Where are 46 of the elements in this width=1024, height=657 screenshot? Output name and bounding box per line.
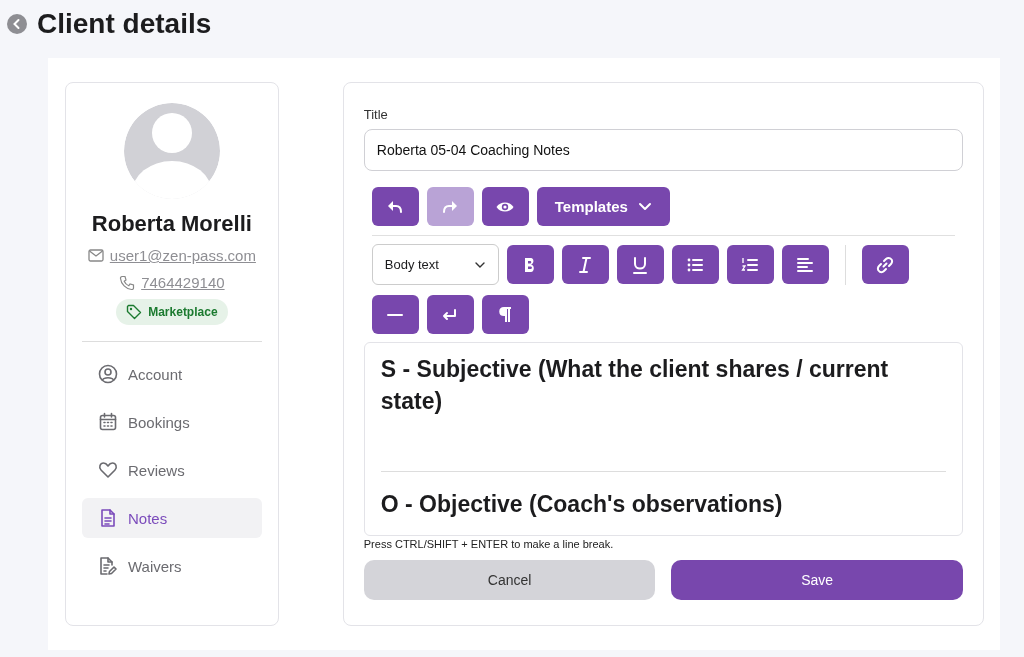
undo-button[interactable] [371, 187, 419, 226]
italic-button[interactable] [561, 245, 609, 284]
title-input[interactable]: Roberta 05-04 Coaching Notes [363, 129, 963, 171]
title-label: Title [363, 107, 389, 122]
mail-icon [87, 249, 104, 262]
horizontal-line-icon [387, 313, 404, 316]
text-style-select[interactable]: Body text [371, 244, 499, 285]
link-icon [875, 254, 896, 275]
paragraph-button[interactable] [481, 295, 529, 334]
chevron-down-icon [637, 201, 652, 212]
nav-item[interactable]: Notes [82, 498, 262, 538]
tag-icon [126, 304, 143, 320]
calendar-icon [98, 412, 118, 432]
tag-label: Marketplace [148, 305, 218, 319]
phone-link[interactable]: 7464429140 [141, 274, 225, 291]
preview-button[interactable] [481, 187, 529, 226]
link-button[interactable] [861, 245, 909, 284]
nav-item[interactable]: Waivers [82, 546, 262, 586]
templates-button[interactable]: Templates [536, 187, 670, 226]
phone-icon [119, 274, 136, 291]
heart-icon [98, 460, 118, 480]
underline-button[interactable] [616, 245, 664, 284]
line-break-button[interactable] [426, 295, 474, 334]
avatar-icon [123, 103, 220, 199]
nav-item[interactable]: Bookings [82, 402, 262, 442]
cancel-button[interactable]: Cancel [363, 560, 656, 600]
client-name: Roberta Morelli [91, 211, 252, 237]
document-icon [98, 508, 118, 528]
chevron-down-icon [473, 260, 486, 269]
email-link[interactable]: user1@zen-pass.com [109, 247, 256, 264]
bold-button[interactable] [506, 245, 554, 284]
user-circle-icon [98, 364, 118, 384]
nav-item[interactable]: Account [82, 354, 262, 394]
section-heading: O - Objective (Coach's observations) [380, 490, 784, 519]
nav-item[interactable]: Reviews [82, 450, 262, 490]
page-title: Client details [37, 8, 212, 40]
hint-text: Press CTRL/SHIFT + ENTER to make a line break. [363, 538, 615, 550]
numbered-list-button[interactable] [726, 245, 774, 284]
align-left-button[interactable] [781, 245, 829, 284]
document-edit-icon [98, 556, 118, 576]
horizontal-rule-button[interactable] [371, 295, 419, 334]
save-button[interactable]: Save [671, 560, 963, 600]
section-heading: S - Subjective (What the client shares / current state) [380, 355, 890, 416]
back-icon[interactable] [7, 14, 27, 34]
note-editor[interactable]: S - Subjective (What the client shares / current state) O - Objective (Coach's observations) [363, 342, 963, 536]
bullet-list-button[interactable] [671, 245, 719, 284]
